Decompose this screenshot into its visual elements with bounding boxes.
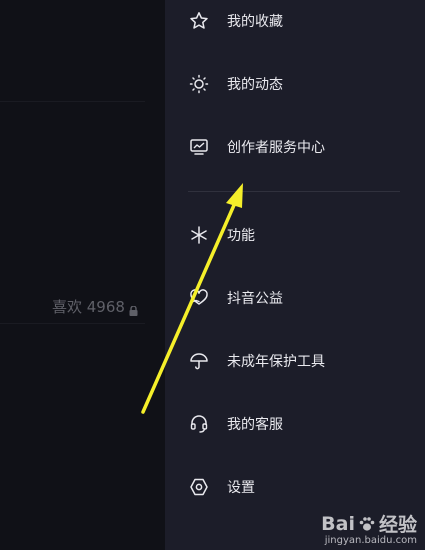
- menu-item-favorites[interactable]: 我的收藏: [188, 1, 408, 41]
- menu-item-customer-service[interactable]: 我的客服: [188, 404, 408, 444]
- menu-item-settings[interactable]: 设置: [188, 467, 408, 507]
- menu-item-creator-center[interactable]: 创作者服务中心: [188, 127, 408, 167]
- baidu-watermark: Bai 经验 jingyan.baidu.com: [321, 510, 417, 547]
- headset-icon: [188, 413, 210, 435]
- lock-icon: [129, 302, 138, 316]
- umbrella-icon: [188, 350, 210, 372]
- drawer-divider: [188, 191, 400, 192]
- star-icon: [188, 10, 210, 32]
- menu-label: 我的客服: [227, 417, 283, 433]
- asterisk-icon: [188, 224, 210, 246]
- menu-item-features[interactable]: 功能: [188, 215, 408, 255]
- menu-label: 我的收藏: [227, 14, 283, 30]
- menu-item-minor-protection[interactable]: 未成年保护工具: [188, 341, 408, 381]
- heart-hand-icon: [188, 287, 210, 309]
- menu-item-activity[interactable]: 我的动态: [188, 64, 408, 104]
- menu-label: 抖音公益: [227, 291, 283, 307]
- menu-item-charity[interactable]: 抖音公益: [188, 278, 408, 318]
- hexagon-settings-icon: [188, 476, 210, 498]
- watermark-brand: Bai: [321, 512, 355, 535]
- likes-count[interactable]: 喜欢 4968: [52, 296, 138, 317]
- profile-pane: 喜欢 4968: [0, 0, 165, 550]
- watermark-brand-cn: 经验: [378, 514, 417, 536]
- monitor-chart-icon: [188, 136, 210, 158]
- menu-label: 功能: [227, 228, 255, 244]
- likes-label: 喜欢 4968: [52, 298, 125, 316]
- divider: [0, 101, 145, 102]
- menu-label: 设置: [227, 480, 255, 496]
- paw-logo-icon: [358, 515, 376, 533]
- menu-label: 未成年保护工具: [227, 354, 325, 370]
- divider: [0, 323, 145, 324]
- menu-label: 我的动态: [227, 77, 283, 93]
- sun-icon: [188, 73, 210, 95]
- watermark-url: jingyan.baidu.com: [324, 535, 417, 546]
- menu-label: 创作者服务中心: [227, 140, 325, 156]
